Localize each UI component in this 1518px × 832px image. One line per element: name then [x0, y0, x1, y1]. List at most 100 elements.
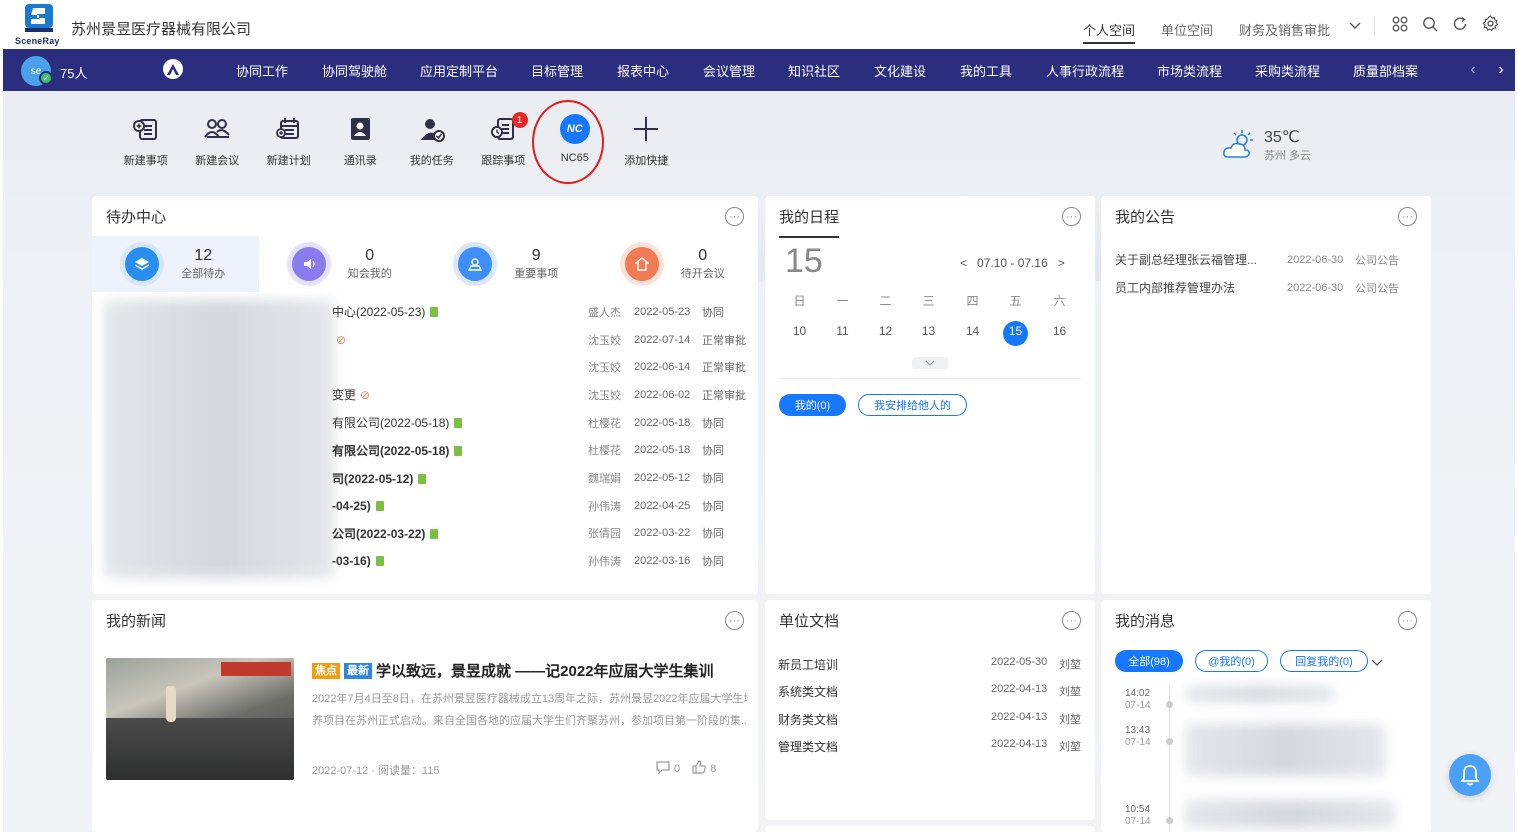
more-options-icon[interactable]: ··· — [1398, 207, 1417, 226]
doc-row[interactable]: 财务类文档 2022-04-13 刘堃 — [778, 711, 1082, 728]
tab-personal-space[interactable]: 个人空间 — [1082, 7, 1135, 45]
comment-icon[interactable] — [656, 760, 670, 777]
shortcut-track-item[interactable]: 1 跟踪事项 — [468, 112, 540, 168]
shortcut-new-item[interactable]: 新建事项 — [110, 112, 182, 168]
todo-row[interactable]: -03-16) 孙伟涛 2022-03-16 协同 — [92, 547, 764, 575]
expand-calendar-icon[interactable] — [912, 357, 948, 369]
msg-date-value: 07-14 — [1125, 816, 1151, 827]
calendar-day[interactable]: 10 — [778, 324, 821, 338]
more-options-icon[interactable]: ··· — [1398, 611, 1417, 630]
refresh-icon[interactable] — [1445, 16, 1475, 37]
todo-row[interactable]: ⊘ 沈玉姣 2022-07-14 正常审批 — [92, 326, 764, 354]
nav-item-quality-archive[interactable]: 质量部档案 — [1353, 61, 1439, 80]
speaker-icon — [291, 247, 326, 281]
filter-at-me-button[interactable]: @我的(0) — [1195, 650, 1268, 672]
shortcut-label: 新建事项 — [123, 155, 168, 167]
todo-row[interactable]: 变更 ⊘ 沈玉姣 2022-06-02 正常审批 — [92, 381, 764, 409]
more-options-icon[interactable]: ··· — [1062, 207, 1081, 226]
shortcut-contacts[interactable]: 通讯录 — [325, 112, 397, 168]
nav-item-goal-mgmt[interactable]: 目标管理 — [531, 61, 617, 80]
news-photo[interactable] — [106, 658, 294, 780]
redacted-message[interactable] — [1185, 724, 1385, 776]
calendar-day[interactable]: 16 — [1038, 324, 1081, 338]
news-summary: 2022年7月4日至8日，在苏州景昱医疗器械成立13周年之际，苏州景昱2022年… — [312, 688, 748, 732]
more-options-icon[interactable]: ··· — [725, 207, 744, 226]
shortcut-add[interactable]: 添加快捷 — [611, 112, 683, 168]
assigned-to-others-button[interactable]: 我安排给他人的 — [858, 394, 967, 416]
notification-bell-button[interactable] — [1449, 754, 1491, 796]
stat-all-todo[interactable]: 12 全部待办 — [92, 236, 259, 292]
nav-item-knowledge[interactable]: 知识社区 — [788, 61, 874, 80]
chevron-right-icon[interactable]: › — [1487, 61, 1515, 79]
platform-logo-icon[interactable] — [163, 59, 183, 79]
filter-reply-me-button[interactable]: 回复我的(0) — [1280, 650, 1368, 672]
news-headline-row[interactable]: 焦点 最新 学以致远，景昱成就 ——记2022年应届大学生集训 — [312, 660, 714, 681]
more-options-icon[interactable]: ··· — [725, 611, 744, 630]
shortcut-my-task[interactable]: 我的任务 — [396, 112, 468, 168]
main-navbar: se ✓ 75人 协同工作 协同驾驶舱 应用定制平台 目标管理 报表中心 会议管… — [3, 49, 1515, 91]
doc-row[interactable]: 系统类文档 2022-04-13 刘堃 — [778, 683, 1082, 700]
todo-type: 协同 — [702, 528, 724, 541]
stat-label: 待开会议 — [680, 268, 725, 280]
card-header: 单位文档 ··· — [765, 600, 1095, 640]
todo-row[interactable]: 有限公司(2022-05-18) 杜樱花 2022-05-18 协同 — [92, 437, 764, 465]
calendar-day[interactable]: 11 — [821, 324, 864, 338]
notice-row[interactable]: 员工内部推荐管理办法 2022-06-30 公司公告 — [1115, 279, 1421, 296]
highlight-circle — [532, 100, 604, 184]
nav-item-market-flow[interactable]: 市场类流程 — [1157, 61, 1255, 80]
stat-important[interactable]: 9 重要事项 — [425, 236, 592, 292]
calendar-day[interactable]: 12 — [864, 324, 907, 338]
shortcut-new-plan[interactable]: 新建计划 — [253, 112, 325, 168]
weekday-label: 三 — [922, 294, 935, 308]
nav-item-collab-cockpit[interactable]: 协同驾驶舱 — [322, 61, 420, 80]
msg-time: 14:02 07-14 — [1125, 688, 1151, 712]
nav-item-meeting-mgmt[interactable]: 会议管理 — [703, 61, 788, 80]
tab-unit-space[interactable]: 单位空间 — [1161, 7, 1213, 45]
prev-week-button[interactable]: < — [960, 256, 967, 270]
notice-row[interactable]: 关于副总经理张云福管理... 2022-06-30 公司公告 — [1115, 251, 1421, 268]
nav-item-collab-work[interactable]: 协同工作 — [236, 61, 322, 80]
calendar-day-selected[interactable]: 15 — [994, 324, 1037, 338]
nav-item-report-center[interactable]: 报表中心 — [617, 61, 703, 80]
tab-finance-approval[interactable]: 财务及销售审批 — [1239, 7, 1330, 45]
next-week-button[interactable]: > — [1058, 256, 1065, 270]
nav-item-app-platform[interactable]: 应用定制平台 — [420, 61, 531, 80]
my-schedule-button[interactable]: 我的(0) — [779, 394, 846, 416]
calendar-day[interactable]: 13 — [907, 324, 950, 338]
todo-row[interactable]: -04-25) 孙伟涛 2022-04-25 协同 — [92, 492, 764, 520]
weekday-label: 五 — [1009, 294, 1022, 308]
nav-item-purchase-flow[interactable]: 采购类流程 — [1255, 61, 1353, 80]
settings-gear-icon[interactable] — [1475, 15, 1505, 37]
apps-grid-icon[interactable] — [1385, 16, 1415, 37]
todo-row[interactable]: 有限公司(2022-05-18) 杜樱花 2022-05-18 协同 — [92, 409, 764, 437]
todo-row[interactable]: 沈玉姣 2022-06-14 正常审批 — [92, 353, 764, 381]
doc-row[interactable]: 新员工培训 2022-05-30 刘堃 — [778, 656, 1082, 673]
redacted-message[interactable] — [1185, 686, 1335, 702]
like-icon[interactable] — [692, 760, 706, 777]
calendar-day[interactable]: 14 — [951, 324, 994, 338]
nav-item-culture[interactable]: 文化建设 — [874, 61, 960, 80]
doc-row[interactable]: 管理类文档 2022-04-13 刘堃 — [778, 738, 1082, 755]
chevron-left-icon[interactable]: ‹ — [1459, 61, 1487, 79]
search-icon[interactable] — [1415, 16, 1445, 37]
shortcut-new-meeting[interactable]: 新建会议 — [182, 112, 254, 168]
nav-item-my-tools[interactable]: 我的工具 — [960, 61, 1046, 80]
chevron-down-icon[interactable] — [1371, 656, 1383, 670]
nav-item-hr-flow[interactable]: 人事行政流程 — [1046, 61, 1157, 80]
chevron-down-icon[interactable] — [1340, 19, 1370, 33]
stat-pending-meeting[interactable]: 0 待开会议 — [592, 236, 759, 292]
todo-type: 协同 — [702, 556, 724, 569]
todo-row[interactable]: 中心(2022-05-23) 盛人杰 2022-05-23 协同 — [92, 298, 764, 326]
company-logo[interactable]: SceneRay — [15, 3, 67, 49]
filter-all-button[interactable]: 全部(98) — [1115, 650, 1183, 672]
todo-row[interactable]: 公司(2022-03-22) 张倩园 2022-03-22 协同 — [92, 520, 764, 548]
msg-time: 10:54 07-14 — [1125, 804, 1151, 828]
document-icon — [430, 307, 439, 318]
todo-row[interactable]: 司(2022-05-12) 魏瑞娟 2022-05-12 协同 — [92, 464, 764, 492]
more-options-icon[interactable]: ··· — [1062, 611, 1081, 630]
todo-title: ⊘ — [332, 333, 346, 347]
weekday-label: 四 — [966, 294, 979, 308]
redacted-message[interactable] — [1185, 800, 1395, 828]
logo-text: SceneRay — [15, 36, 60, 46]
stat-notify-me[interactable]: 0 知会我的 — [259, 236, 426, 292]
